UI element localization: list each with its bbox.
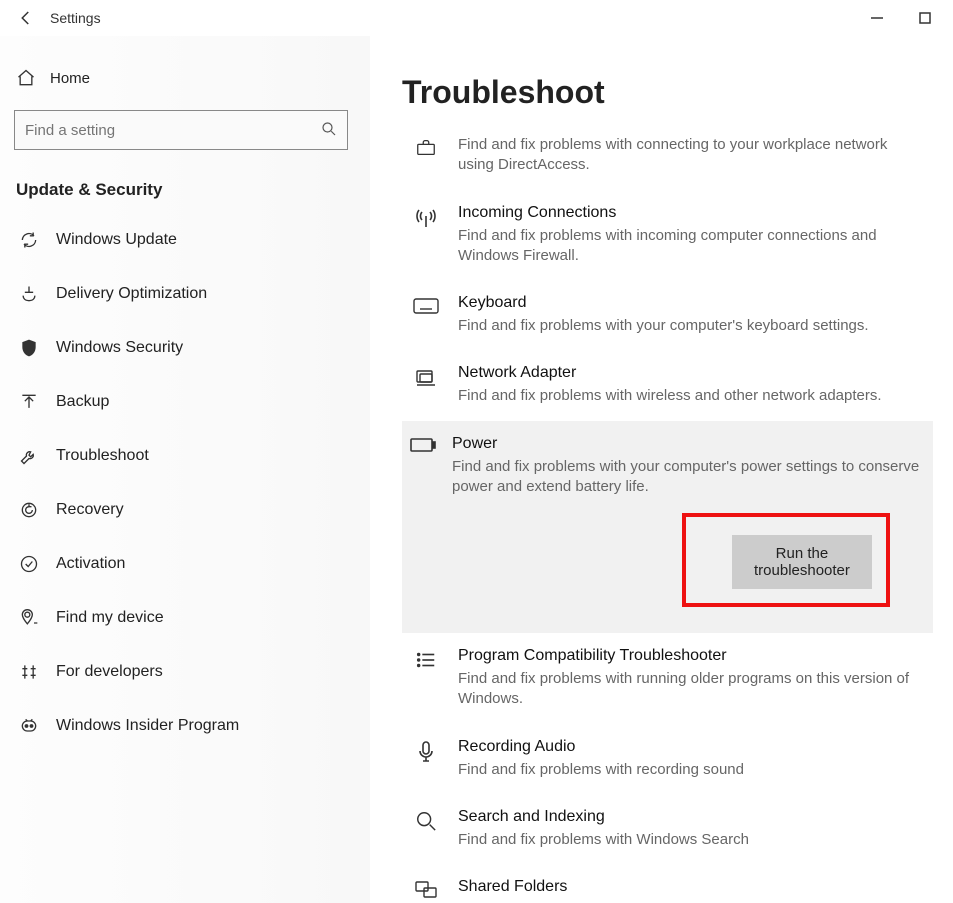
ts-item-power[interactable]: Power Find and fix problems with your co… bbox=[402, 421, 933, 634]
sidebar-item-label: Find my device bbox=[56, 609, 164, 627]
developers-icon bbox=[18, 662, 40, 682]
ts-title: Program Compatibility Troubleshooter bbox=[458, 647, 925, 665]
sidebar-nav: Windows Update Delivery Optimization Win… bbox=[10, 216, 352, 750]
sidebar-item-label: Recovery bbox=[56, 501, 124, 519]
ts-title: Network Adapter bbox=[458, 364, 925, 382]
sidebar-item-delivery-optimization[interactable]: Delivery Optimization bbox=[10, 270, 352, 318]
home-icon bbox=[16, 68, 36, 88]
ts-item-network-adapter[interactable]: Network Adapter Find and fix problems wi… bbox=[402, 350, 933, 420]
run-troubleshooter-button[interactable]: Run the troubleshooter bbox=[732, 535, 872, 589]
ts-desc: Find and fix problems with incoming comp… bbox=[458, 226, 925, 267]
ts-title: Power bbox=[452, 435, 928, 453]
sidebar-item-label: Windows Security bbox=[56, 339, 183, 357]
briefcase-icon bbox=[410, 135, 442, 176]
check-circle-icon bbox=[18, 554, 40, 574]
wrench-icon bbox=[18, 446, 40, 466]
ts-desc: Find and fix problems with wireless and … bbox=[458, 386, 925, 406]
battery-icon bbox=[410, 435, 436, 608]
minimize-button[interactable] bbox=[865, 11, 889, 25]
ts-desc: Find and fix problems with your computer… bbox=[452, 457, 928, 498]
recovery-icon bbox=[18, 500, 40, 520]
ts-item-shared-folders[interactable]: Shared Folders Find and fix problems wit… bbox=[402, 864, 933, 903]
list-icon bbox=[410, 647, 442, 710]
ts-desc: Find and fix problems with recording sou… bbox=[458, 760, 925, 780]
delivery-icon bbox=[18, 284, 40, 304]
ts-title: Keyboard bbox=[458, 294, 925, 312]
shared-folders-icon bbox=[410, 878, 442, 903]
sidebar-item-backup[interactable]: Backup bbox=[10, 378, 352, 426]
refresh-icon bbox=[18, 230, 40, 250]
ts-item-incoming-connections[interactable]: Incoming Connections Find and fix proble… bbox=[402, 190, 933, 281]
ts-desc: Find and fix problems with Windows Searc… bbox=[458, 830, 925, 850]
sidebar-item-activation[interactable]: Activation bbox=[10, 540, 352, 588]
search-icon bbox=[320, 120, 338, 138]
search-input[interactable] bbox=[14, 110, 348, 150]
keyboard-icon bbox=[410, 294, 442, 336]
sidebar-item-label: Backup bbox=[56, 393, 109, 411]
sidebar-item-label: Activation bbox=[56, 555, 125, 573]
location-icon bbox=[18, 608, 40, 628]
home-nav[interactable]: Home bbox=[10, 58, 352, 110]
ts-item-recording-audio[interactable]: Recording Audio Find and fix problems wi… bbox=[402, 724, 933, 794]
ts-desc: Find and fix problems with connecting to… bbox=[458, 135, 925, 176]
ts-title: Search and Indexing bbox=[458, 808, 925, 826]
back-button[interactable] bbox=[6, 9, 46, 27]
network-adapter-icon bbox=[410, 364, 442, 406]
maximize-button[interactable] bbox=[913, 11, 937, 25]
ts-title: Recording Audio bbox=[458, 738, 925, 756]
titlebar: Settings bbox=[0, 0, 953, 36]
troubleshooter-list: Find and fix problems with connecting to… bbox=[402, 121, 933, 903]
mic-icon bbox=[410, 738, 442, 780]
sidebar-item-windows-insider[interactable]: Windows Insider Program bbox=[10, 702, 352, 750]
sidebar-item-label: For developers bbox=[56, 663, 163, 681]
backup-icon bbox=[18, 392, 40, 412]
ts-item-program-compatibility[interactable]: Program Compatibility Troubleshooter Fin… bbox=[402, 633, 933, 724]
sidebar: Home Update & Security Windows Update De… bbox=[0, 36, 370, 903]
home-label: Home bbox=[50, 70, 90, 87]
ts-item-directaccess[interactable]: Find and fix problems with connecting to… bbox=[402, 121, 933, 190]
search-wrap bbox=[14, 110, 348, 150]
window-title: Settings bbox=[46, 10, 865, 26]
highlight-annotation: Run the troubleshooter bbox=[682, 513, 890, 607]
sidebar-item-troubleshoot[interactable]: Troubleshoot bbox=[10, 432, 352, 480]
sidebar-item-find-my-device[interactable]: Find my device bbox=[10, 594, 352, 642]
page-title: Troubleshoot bbox=[402, 74, 933, 111]
search-icon bbox=[410, 808, 442, 850]
sidebar-item-windows-security[interactable]: Windows Security bbox=[10, 324, 352, 372]
ts-title: Incoming Connections bbox=[458, 204, 925, 222]
insider-icon bbox=[18, 716, 40, 736]
sidebar-item-label: Delivery Optimization bbox=[56, 285, 207, 303]
sidebar-item-recovery[interactable]: Recovery bbox=[10, 486, 352, 534]
ts-item-search-indexing[interactable]: Search and Indexing Find and fix problem… bbox=[402, 794, 933, 864]
sidebar-item-label: Windows Update bbox=[56, 231, 177, 249]
sidebar-item-windows-update[interactable]: Windows Update bbox=[10, 216, 352, 264]
sidebar-item-label: Troubleshoot bbox=[56, 447, 149, 465]
ts-title: Shared Folders bbox=[458, 878, 925, 896]
antenna-icon bbox=[410, 204, 442, 267]
ts-item-keyboard[interactable]: Keyboard Find and fix problems with your… bbox=[402, 280, 933, 350]
ts-desc: Find and fix problems with running older… bbox=[458, 669, 925, 710]
sidebar-item-for-developers[interactable]: For developers bbox=[10, 648, 352, 696]
ts-desc: Find and fix problems with your computer… bbox=[458, 316, 925, 336]
sidebar-section-title: Update & Security bbox=[10, 170, 352, 216]
sidebar-item-label: Windows Insider Program bbox=[56, 717, 239, 735]
content-pane: Troubleshoot Find and fix problems with … bbox=[370, 36, 953, 903]
shield-icon bbox=[18, 338, 40, 358]
